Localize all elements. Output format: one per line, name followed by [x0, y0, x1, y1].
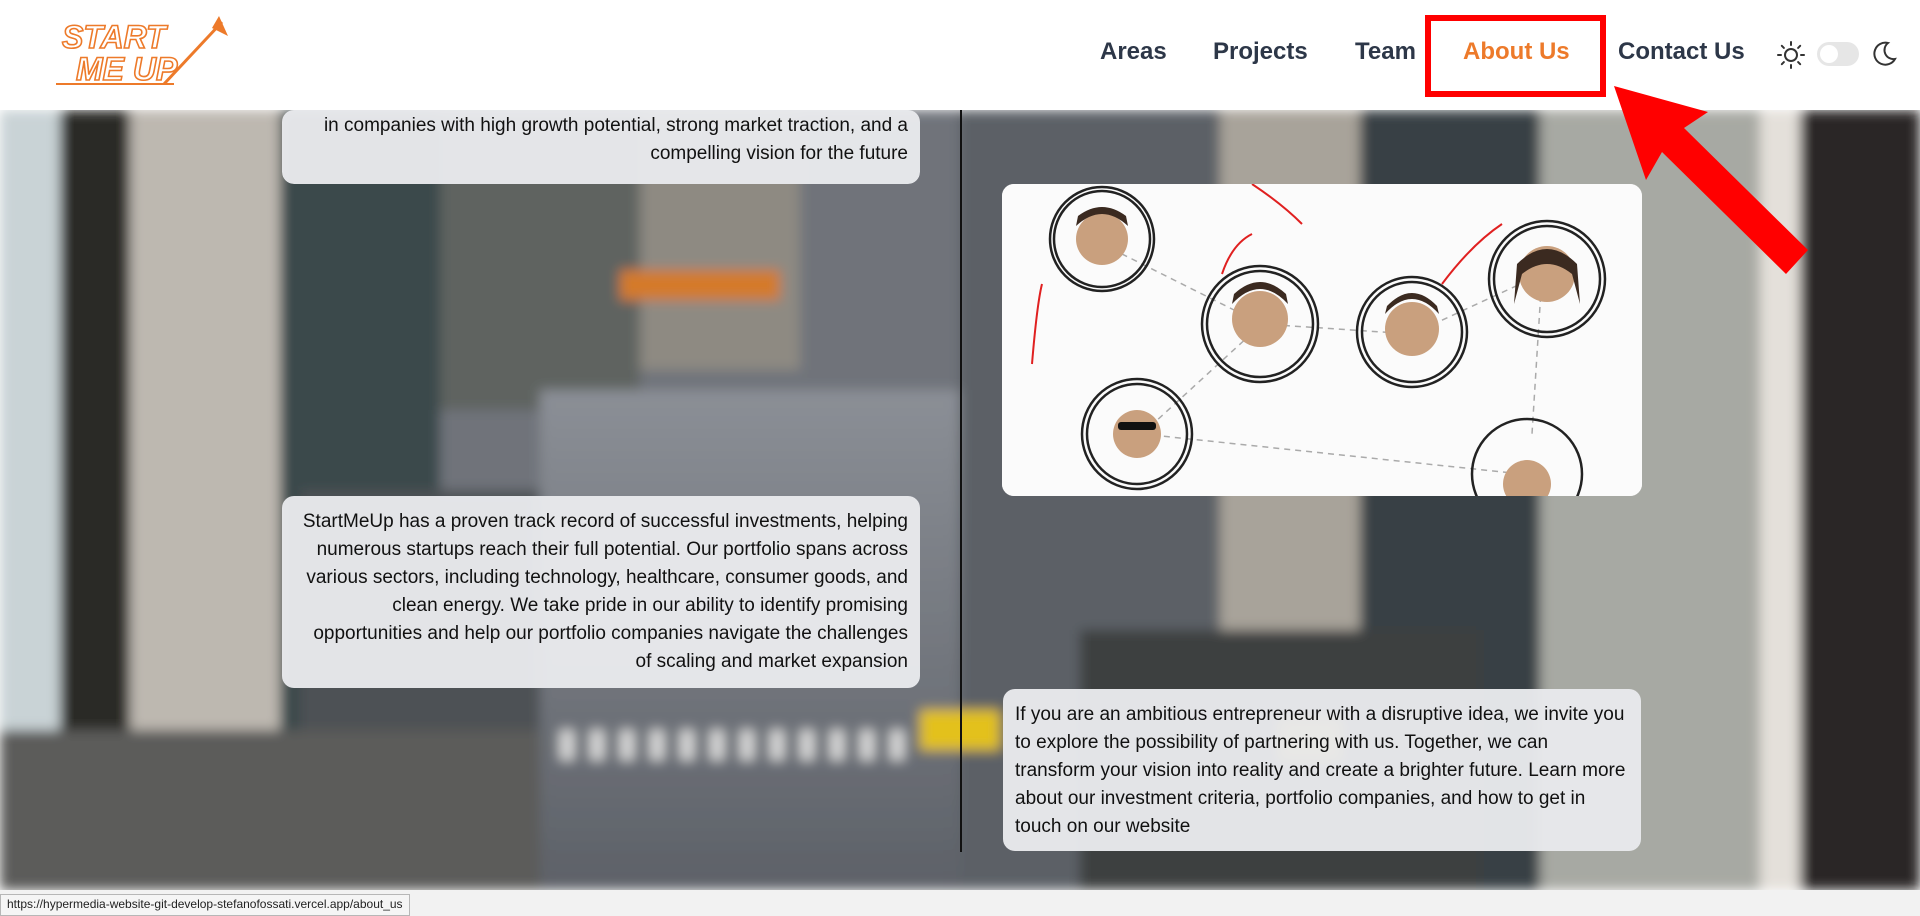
- sun-icon: [1777, 41, 1805, 69]
- about-card-2: StartMeUp has a proven track record of s…: [282, 496, 920, 688]
- nav-item-contact-us[interactable]: Contact Us: [1618, 38, 1745, 66]
- about-card-1-text: in companies with high growth potential,…: [323, 115, 908, 164]
- active-nav-highlight: [1425, 15, 1606, 97]
- about-card-3: If you are an ambitious entrepreneur wit…: [1003, 689, 1641, 851]
- team-network-photo: [1002, 184, 1642, 496]
- timeline-divider: [960, 110, 962, 852]
- theme-toggle-switch[interactable]: [1817, 42, 1859, 66]
- about-card-3-text: If you are an ambitious entrepreneur wit…: [1015, 704, 1626, 837]
- nav-item-areas[interactable]: Areas: [1100, 38, 1167, 66]
- status-url: https://hypermedia-website-git-develop-s…: [0, 894, 410, 916]
- annotation-arrow: [1614, 86, 1808, 274]
- toggle-knob: [1820, 45, 1838, 63]
- about-card-2-text: StartMeUp has a proven track record of s…: [302, 511, 908, 672]
- about-card-1: in companies with high growth potential,…: [282, 110, 920, 184]
- logo[interactable]: START ME UP: [54, 14, 229, 90]
- moon-icon: [1873, 41, 1897, 66]
- nav-item-team[interactable]: Team: [1355, 38, 1416, 66]
- logo-line2: ME UP: [76, 51, 178, 87]
- nav-item-projects[interactable]: Projects: [1213, 38, 1308, 66]
- logo-line1: START: [62, 19, 168, 55]
- rocket-arrow-icon: [212, 16, 228, 36]
